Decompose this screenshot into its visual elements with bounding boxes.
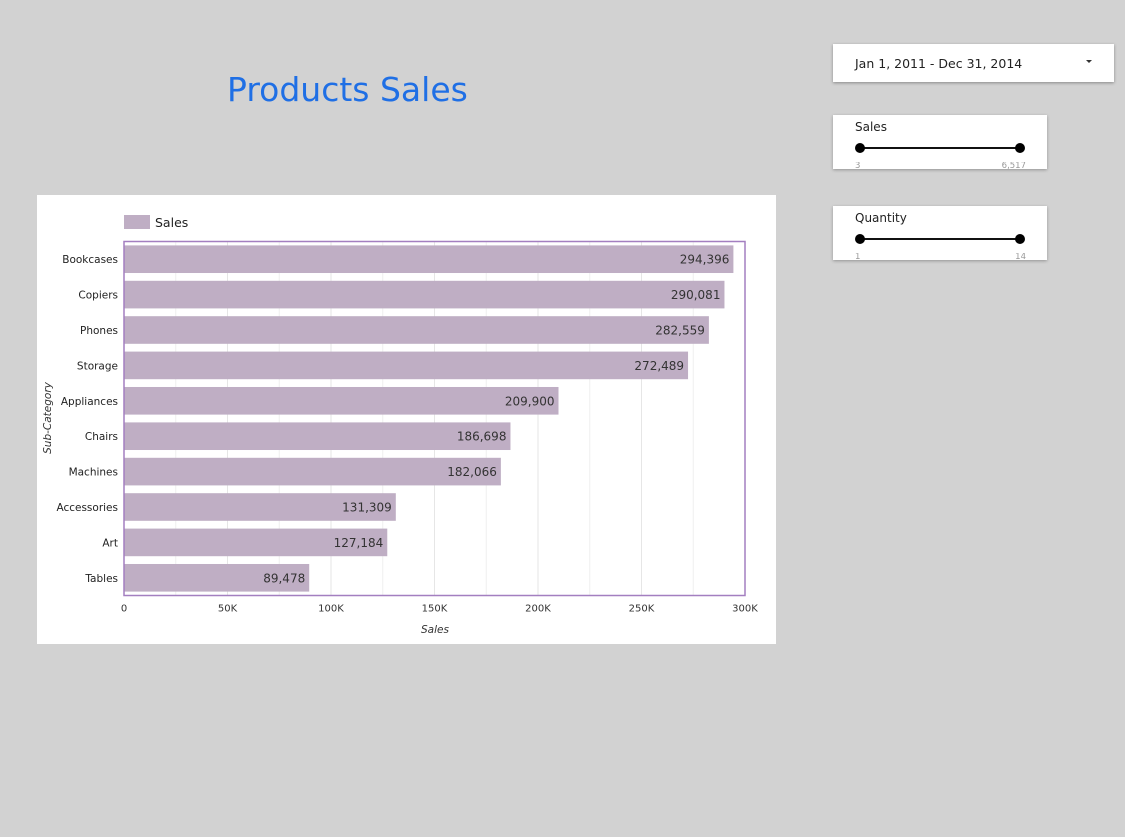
category-label: Copiers: [78, 290, 118, 302]
sales-slider-max-handle[interactable]: [1015, 143, 1025, 153]
bar-value-label: 294,396: [680, 253, 730, 267]
legend-swatch: [124, 215, 150, 229]
sales-min-label: 3: [855, 162, 861, 169]
bar-value-label: 127,184: [334, 536, 384, 550]
bar[interactable]: [124, 245, 734, 274]
bar-value-label: 186,698: [457, 430, 507, 444]
x-tick-label: 300K: [732, 604, 758, 615]
bar[interactable]: [124, 316, 709, 344]
x-axis-title: Sales: [421, 624, 449, 636]
category-label: Art: [102, 537, 118, 549]
x-tick-labels: 0 50K 100K 150K 200K 250K 300K: [121, 604, 758, 615]
x-tick-label: 0: [121, 604, 127, 615]
sales-slider-min-handle[interactable]: [855, 143, 865, 153]
category-label: Phones: [80, 325, 118, 337]
quantity-slider-min-handle[interactable]: [855, 234, 865, 244]
date-range-label: Jan 1, 2011 - Dec 31, 2014: [855, 56, 1023, 71]
category-label: Bookcases: [62, 254, 118, 266]
bar-value-label: 89,478: [263, 571, 305, 585]
sales-max-label: 6,517: [1001, 162, 1026, 169]
quantity-filter-title: Quantity: [855, 211, 907, 225]
category-labels: Bookcases Copiers Phones Storage Appliances C…: [56, 254, 118, 585]
category-label: Appliances: [61, 396, 118, 408]
bar-value-label: 290,081: [671, 288, 721, 302]
bar[interactable]: [124, 422, 511, 451]
bar[interactable]: [124, 386, 559, 415]
quantity-max-label: 14: [1015, 253, 1026, 260]
dashboard-page: Products Sales Jan 1, 2011 - Dec 31, 201…: [0, 0, 1125, 837]
quantity-range-filter: Quantity 1 14: [833, 206, 1047, 260]
x-tick-label: 50K: [218, 604, 238, 615]
x-tick-label: 100K: [318, 604, 344, 615]
x-tick-label: 150K: [422, 604, 448, 615]
legend-label: Sales: [155, 215, 188, 230]
chart-legend: Sales: [124, 215, 188, 230]
bar-value-label: 209,900: [505, 394, 555, 408]
x-tick-label: 200K: [525, 604, 551, 615]
y-axis-title: Sub-Category: [42, 381, 54, 454]
bar-value-label: 282,559: [655, 324, 705, 338]
quantity-slider-track[interactable]: [860, 238, 1020, 240]
category-label: Tables: [84, 573, 118, 585]
date-range-picker[interactable]: Jan 1, 2011 - Dec 31, 2014: [833, 44, 1114, 82]
category-label: Chairs: [85, 431, 118, 443]
sales-by-subcategory-chart: 294,396 290,081 282,559 272,489 209,900 186,6…: [37, 195, 776, 644]
category-label: Storage: [77, 360, 118, 372]
bar-value-label: 182,066: [447, 465, 497, 479]
x-tick-label: 250K: [629, 604, 655, 615]
bar-chart-svg: 294,396 290,081 282,559 272,489 209,900 186,6…: [42, 215, 758, 636]
bar-value-label: 131,309: [342, 501, 392, 515]
bar-value-label: 272,489: [634, 359, 684, 373]
page-title: Products Sales: [227, 70, 468, 109]
sales-filter-title: Sales: [855, 120, 887, 134]
quantity-slider-max-handle[interactable]: [1015, 234, 1025, 244]
sales-range-filter: Sales 3 6,517: [833, 115, 1047, 169]
quantity-min-label: 1: [855, 253, 861, 260]
caret-down-icon[interactable]: [1086, 60, 1092, 63]
sales-slider-track[interactable]: [860, 147, 1020, 149]
category-label: Accessories: [56, 502, 118, 514]
bar[interactable]: [124, 457, 501, 486]
bar[interactable]: [124, 351, 689, 380]
bar[interactable]: [124, 280, 725, 309]
category-label: Machines: [69, 467, 118, 479]
